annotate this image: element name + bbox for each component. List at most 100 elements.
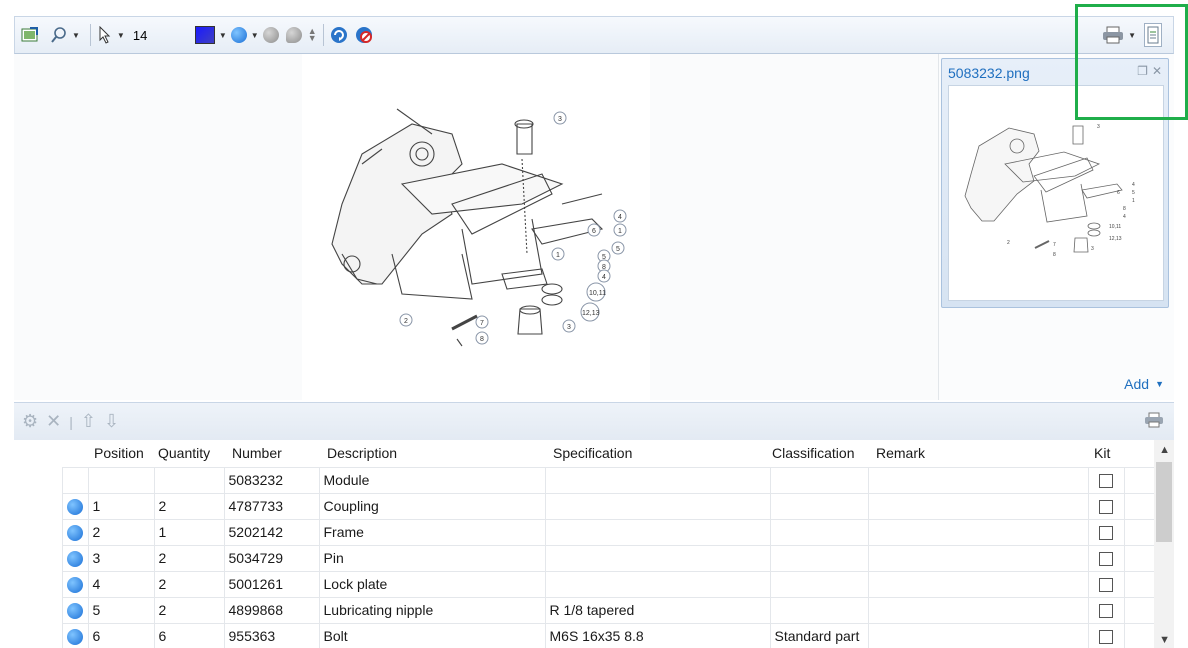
chevron-down-icon[interactable]: ▼	[219, 31, 227, 40]
table-row[interactable]: 5083232 Module	[14, 466, 1155, 494]
kit-checkbox[interactable]	[1099, 526, 1113, 541]
circle-marker-button[interactable]	[230, 23, 247, 47]
cell-remark[interactable]	[867, 492, 1089, 520]
cell-quantity[interactable]: 2	[153, 492, 225, 520]
spinner-arrows-icon[interactable]: ▲ ▼	[308, 27, 317, 43]
close-icon[interactable]: ✕	[46, 411, 61, 432]
gear-icon[interactable]: ⚙	[22, 411, 38, 432]
arrow-up-icon[interactable]: ⇧	[81, 411, 96, 432]
cell-specification[interactable]: M6S 16x35 8.8	[544, 622, 771, 648]
column-header-kit[interactable]: Kit	[1088, 440, 1124, 467]
cell-remark[interactable]	[867, 518, 1089, 546]
kit-checkbox[interactable]	[1099, 630, 1113, 645]
kit-checkbox[interactable]	[1099, 552, 1113, 567]
kit-checkbox[interactable]	[1099, 578, 1113, 593]
cell-position[interactable]	[87, 466, 155, 494]
column-header-number[interactable]: Number	[224, 440, 319, 467]
scroll-up-icon[interactable]: ▲	[1159, 444, 1170, 456]
cell-specification[interactable]	[544, 492, 771, 520]
cell-quantity[interactable]: 6	[153, 622, 225, 648]
zoom-button[interactable]	[50, 23, 68, 47]
column-header-description[interactable]: Description	[319, 440, 545, 467]
cell-number[interactable]: 5001261	[223, 570, 320, 598]
cell-description[interactable]: Coupling	[318, 492, 546, 520]
scroll-thumb[interactable]	[1156, 462, 1172, 542]
table-row[interactable]: 4 2 5001261 Lock plate	[14, 570, 1155, 598]
cell-position[interactable]: 1	[87, 492, 155, 520]
table-row[interactable]: 6 6 955363 Bolt M6S 16x35 8.8 Standard part	[14, 622, 1155, 648]
table-row[interactable]: 3 2 5034729 Pin	[14, 544, 1155, 572]
callout-alt-button[interactable]	[285, 23, 302, 47]
cell-description[interactable]: Lock plate	[318, 570, 546, 598]
cell-description[interactable]: Module	[318, 466, 546, 494]
kit-checkbox[interactable]	[1099, 604, 1113, 619]
cell-specification[interactable]	[544, 544, 771, 572]
cell-description[interactable]: Lubricating nipple	[318, 596, 546, 624]
kit-checkbox[interactable]	[1099, 500, 1113, 515]
scroll-down-icon[interactable]: ▼	[1159, 634, 1170, 646]
cell-kit	[1087, 492, 1125, 520]
kit-checkbox[interactable]	[1099, 474, 1113, 489]
cell-classification[interactable]	[769, 570, 869, 598]
cell-quantity[interactable]: 2	[153, 544, 225, 572]
cell-remark[interactable]	[867, 544, 1089, 572]
cell-quantity[interactable]: 2	[153, 570, 225, 598]
cell-quantity[interactable]	[153, 466, 225, 494]
cell-classification[interactable]	[769, 492, 869, 520]
cell-quantity[interactable]: 1	[153, 518, 225, 546]
cell-number[interactable]: 4899868	[223, 596, 320, 624]
cell-specification[interactable]	[544, 570, 771, 598]
callout-button[interactable]	[262, 23, 279, 47]
drawing-viewer[interactable]: 3 4 1 5 6 5 8 4 1 10,11 12,13 3 7 8 2	[14, 54, 938, 400]
refresh-button[interactable]	[330, 23, 348, 47]
cell-number[interactable]: 5083232	[223, 466, 320, 494]
font-size-input[interactable]	[128, 24, 189, 46]
select-pointer-button[interactable]	[97, 23, 113, 47]
cell-description[interactable]: Pin	[318, 544, 546, 572]
color-picker-button[interactable]	[194, 23, 215, 47]
cell-specification[interactable]: R 1/8 tapered	[544, 596, 771, 624]
cell-remark[interactable]	[867, 622, 1089, 648]
cell-number[interactable]: 955363	[223, 622, 320, 648]
cell-number[interactable]: 4787733	[223, 492, 320, 520]
chevron-down-icon[interactable]: ▼	[72, 31, 80, 40]
cell-number[interactable]: 5202142	[223, 518, 320, 546]
cell-position[interactable]: 2	[87, 518, 155, 546]
cell-specification[interactable]	[544, 518, 771, 546]
column-header-specification[interactable]: Specification	[545, 440, 770, 467]
cell-remark[interactable]	[867, 466, 1089, 494]
chevron-down-icon[interactable]: ▼	[251, 31, 259, 40]
cell-specification[interactable]	[544, 466, 771, 494]
column-header-classification[interactable]: Classification	[770, 440, 868, 467]
cell-position[interactable]: 4	[87, 570, 155, 598]
table-print-button[interactable]	[1144, 412, 1164, 431]
cell-remark[interactable]	[867, 596, 1089, 624]
cell-position[interactable]: 3	[87, 544, 155, 572]
drawing-page[interactable]: 3 4 1 5 6 5 8 4 1 10,11 12,13 3 7 8 2	[302, 54, 650, 400]
cell-classification[interactable]	[769, 544, 869, 572]
cell-description[interactable]: Bolt	[318, 622, 546, 648]
column-header-position[interactable]: Position	[88, 440, 154, 467]
clear-button[interactable]	[355, 23, 373, 47]
cell-classification[interactable]	[769, 518, 869, 546]
cell-remark[interactable]	[867, 570, 1089, 598]
cell-classification[interactable]	[769, 466, 869, 494]
thumbnail-title[interactable]: 5083232.png	[948, 65, 1030, 81]
cell-position[interactable]: 6	[87, 622, 155, 648]
cell-quantity[interactable]: 2	[153, 596, 225, 624]
cell-classification[interactable]	[769, 596, 869, 624]
export-image-button[interactable]	[21, 23, 39, 47]
table-row[interactable]: 2 1 5202142 Frame	[14, 518, 1155, 546]
cell-position[interactable]: 5	[87, 596, 155, 624]
arrow-down-icon[interactable]: ⇩	[104, 411, 119, 432]
vertical-scrollbar[interactable]: ▲ ▼	[1154, 440, 1174, 648]
column-header-quantity[interactable]: Quantity	[154, 440, 224, 467]
table-row[interactable]: 1 2 4787733 Coupling	[14, 492, 1155, 520]
cell-classification[interactable]: Standard part	[769, 622, 869, 648]
column-header-remark[interactable]: Remark	[868, 440, 1088, 467]
cell-number[interactable]: 5034729	[223, 544, 320, 572]
add-link[interactable]: Add ▼	[1124, 376, 1164, 392]
cell-description[interactable]: Frame	[318, 518, 546, 546]
chevron-down-icon[interactable]: ▼	[117, 31, 125, 40]
table-row[interactable]: 5 2 4899868 Lubricating nipple R 1/8 tapered	[14, 596, 1155, 624]
